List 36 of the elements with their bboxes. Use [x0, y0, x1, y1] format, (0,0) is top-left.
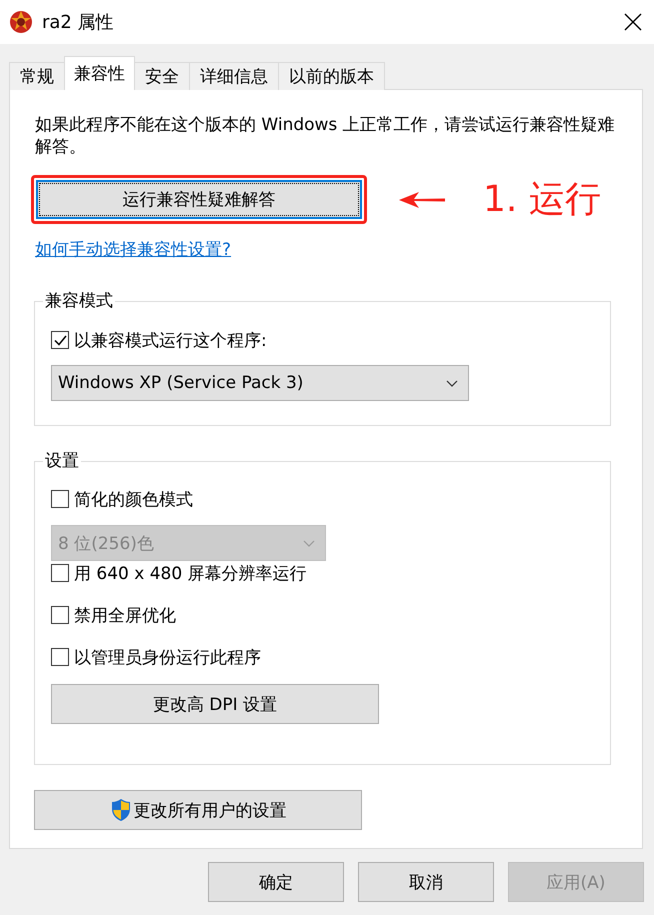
window-title: ra2 属性	[42, 11, 115, 34]
tab[interactable]: 兼容性	[64, 56, 135, 90]
close-icon	[622, 11, 644, 33]
checkbox-box[interactable]	[51, 564, 69, 582]
checkbox-box[interactable]	[51, 648, 69, 666]
dropdown-value: Windows XP (Service Pack 3)	[58, 373, 304, 393]
dialog-button[interactable]: 确定	[208, 862, 344, 902]
group-title: 兼容模式	[43, 291, 115, 311]
dpi-settings-button[interactable]: 更改高 DPI 设置	[51, 684, 379, 724]
caret-icon	[303, 540, 315, 546]
caret-icon	[446, 380, 458, 386]
checkbox-label: 以兼容模式运行这个程序:	[74, 330, 267, 352]
annotation-text: 1. 运行	[483, 178, 601, 222]
tab[interactable]: 以前的版本	[278, 62, 385, 90]
close-button[interactable]	[622, 11, 644, 33]
checkbox-box[interactable]	[51, 331, 69, 349]
dropdown-value: 8 位(256)色	[58, 532, 154, 554]
checkbox-box[interactable]	[51, 606, 69, 624]
all-users-button[interactable]: 更改所有用户的设置	[34, 790, 362, 830]
group-title: 设置	[43, 451, 81, 471]
dropdown[interactable]: Windows XP (Service Pack 3)	[51, 365, 469, 401]
shield-icon	[110, 798, 132, 822]
troubleshoot-button[interactable]: 运行兼容性疑难解答	[36, 180, 362, 219]
checkbox-label: 用 640 x 480 屏幕分辨率运行	[74, 562, 307, 584]
checkbox-label: 禁用全屏优化	[74, 604, 176, 626]
annotation-arrow	[399, 192, 445, 208]
checkbox-box[interactable]	[51, 490, 69, 508]
star-emblem-icon	[8, 9, 34, 35]
intro-text: 如果此程序不能在这个版本的 Windows 上正常工作，请尝试运行兼容性疑难解答。	[35, 114, 616, 158]
tab[interactable]: 详细信息	[189, 62, 279, 90]
dialog-button[interactable]: 取消	[358, 862, 494, 902]
tab[interactable]: 常规	[9, 62, 65, 90]
checkbox-label: 以管理员身份运行此程序	[74, 646, 261, 668]
checkbox-label: 简化的颜色模式	[74, 488, 193, 510]
help-link[interactable]: 如何手动选择兼容性设置?	[35, 238, 232, 261]
tab[interactable]: 安全	[134, 62, 190, 90]
